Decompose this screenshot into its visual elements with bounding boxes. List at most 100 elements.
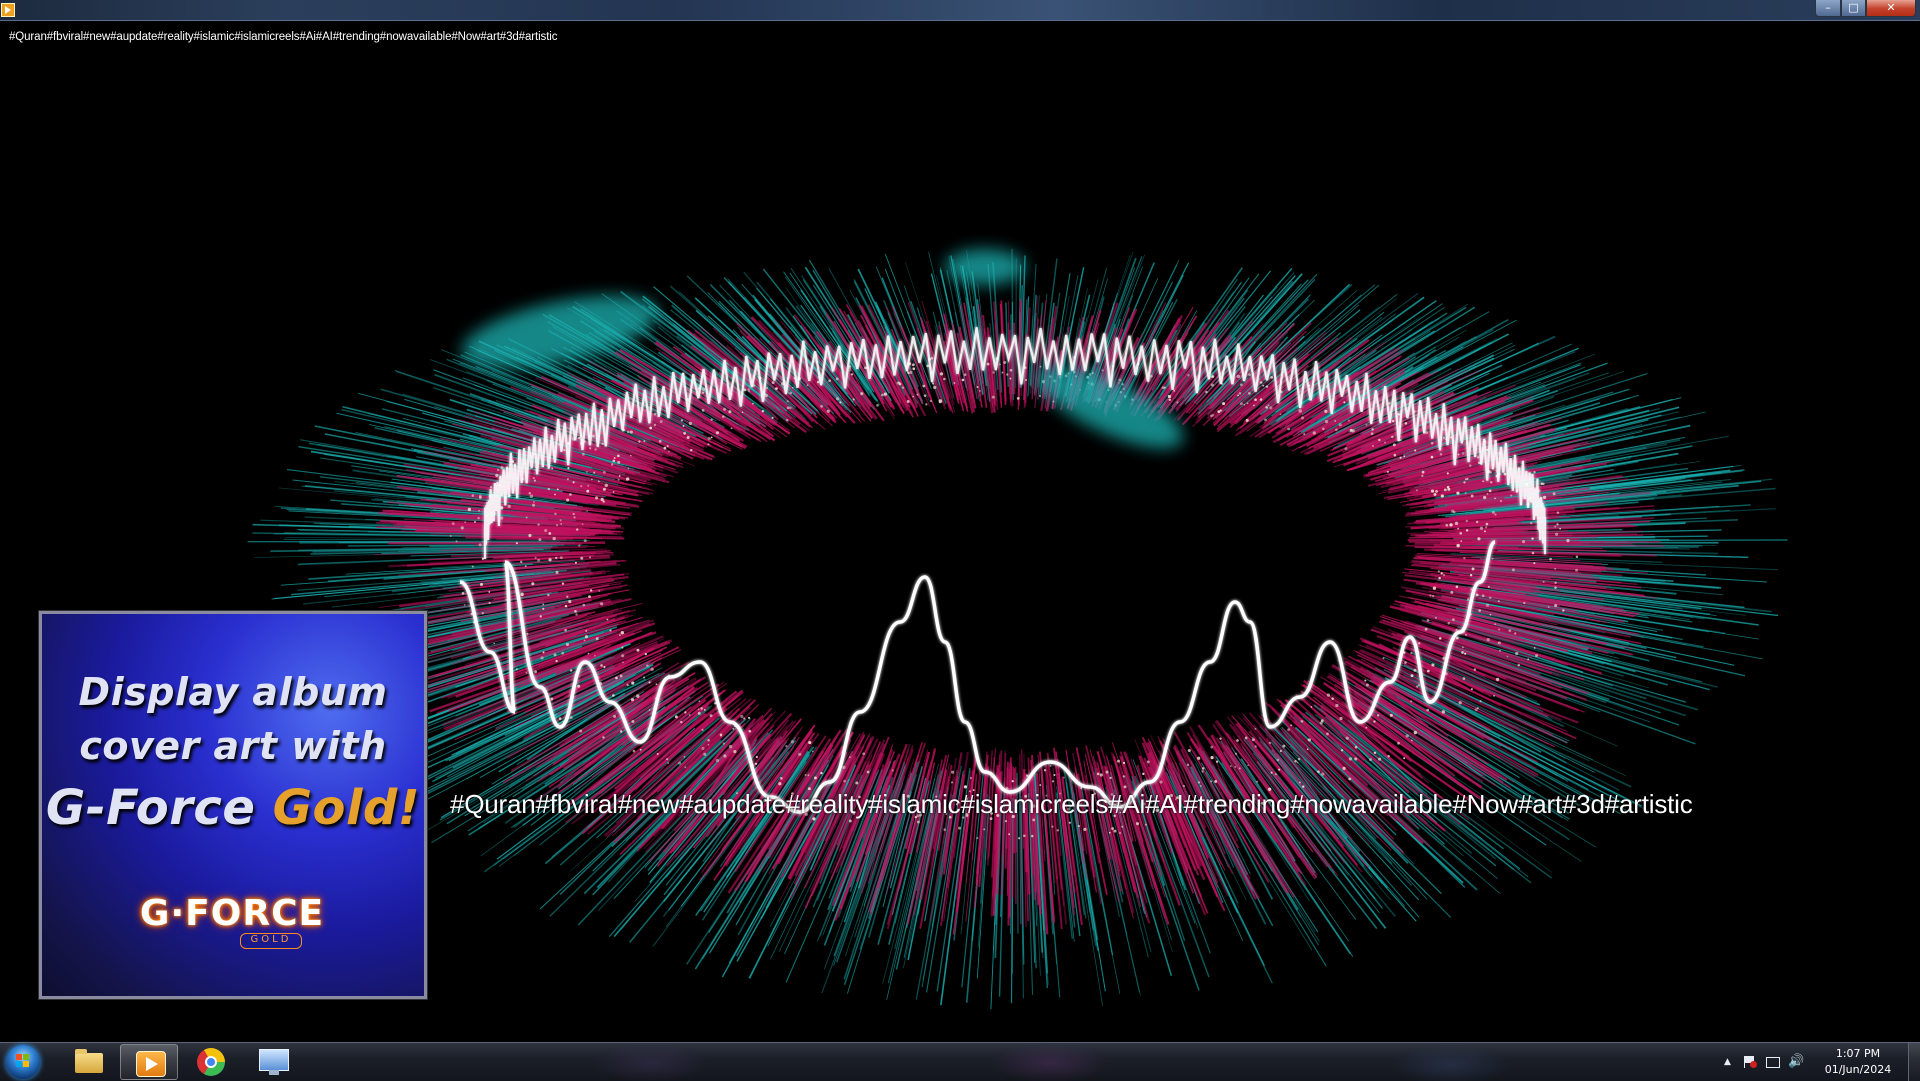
visualizer-sparkle (1246, 402, 1248, 404)
visualizer-sparkle (1510, 495, 1512, 497)
visualizer-sparkle (1237, 375, 1240, 378)
visualizer-sparkle (1456, 629, 1458, 631)
visualizer-sparkle (1487, 638, 1490, 641)
taskbar-media-player-button[interactable] (120, 1044, 178, 1080)
visualizer-sparkle (1514, 632, 1516, 634)
tray-overflow-chevron-icon[interactable]: ▲ (1724, 1057, 1731, 1067)
visualizer-sparkle (1548, 606, 1550, 608)
visualizer-sparkle (1488, 586, 1490, 588)
visualizer-sparkle (853, 398, 855, 400)
visualizer-sparkle (1444, 488, 1447, 491)
visualizer-sparkle (1355, 746, 1358, 749)
visualizer-sparkle (899, 383, 902, 386)
visualizer-sparkle (538, 538, 541, 541)
visualizer-sparkle (530, 495, 533, 498)
visualizer-sparkle (533, 477, 535, 479)
visualizer-sparkle (565, 605, 567, 607)
taskbar-explorer-button[interactable] (60, 1044, 118, 1080)
visualizer-sparkle (1390, 714, 1393, 717)
visualizer-sparkle (827, 410, 830, 413)
visualizer-sparkle (584, 539, 587, 542)
visualizer-sparkle (526, 517, 528, 519)
visualizer-sparkle (1493, 695, 1495, 697)
taskbar-network-button[interactable] (244, 1044, 302, 1080)
visualizer-sparkle (598, 480, 600, 482)
show-desktop-button[interactable] (1908, 1043, 1920, 1081)
app-icon[interactable] (1, 3, 15, 17)
visualizer-sparkle (584, 640, 586, 642)
visualizer-sparkle (628, 468, 630, 470)
start-button[interactable] (6, 1045, 40, 1079)
visualizer-sparkle (561, 652, 564, 655)
visualizer-sparkle (1040, 366, 1042, 368)
visualizer-sparkle (1486, 523, 1489, 526)
visualizer-sparkle (964, 373, 967, 376)
close-button[interactable]: ✕ (1866, 0, 1916, 17)
visualizer-sparkle (1287, 728, 1290, 731)
visualizer-sparkle (1230, 765, 1232, 767)
visualizer-sparkle (1442, 710, 1445, 713)
visualizer-sparkle (836, 377, 839, 380)
visualizer-sparkle (593, 472, 595, 474)
visualizer-sparkle (654, 424, 656, 426)
taskbar-chrome-button[interactable] (182, 1044, 240, 1080)
visualizer-sparkle (1433, 493, 1436, 496)
visualizer-sparkle (472, 566, 474, 568)
maximize-button[interactable]: □ (1841, 0, 1866, 17)
visualizer-sparkle (722, 415, 725, 418)
visualizer-sparkle (1543, 496, 1546, 499)
visualizer-sparkle (605, 484, 608, 487)
visualizer-sparkle (756, 756, 758, 758)
visualizer-sparkle (537, 559, 540, 562)
visualizer-sparkle (603, 500, 605, 502)
visualizer-sparkle (1044, 769, 1046, 771)
taskbar-clock[interactable]: 1:07 PM 01/Jun/2024 (1808, 1046, 1908, 1078)
visualizer-sparkle (1324, 410, 1327, 413)
visualizer-sparkle (1210, 746, 1213, 749)
visualizer-sparkle (1518, 664, 1521, 667)
visualizer-sparkle (1463, 677, 1466, 680)
volume-icon[interactable]: 🔊 (1788, 1054, 1804, 1069)
visualizer-sparkle (723, 742, 725, 744)
visualizer-sparkle (579, 729, 582, 732)
action-center-flag-icon[interactable] (1743, 1056, 1755, 1068)
visualizer-sparkle (1159, 780, 1162, 783)
visualizer-sparkle (762, 410, 764, 412)
visualizer-sparkle (520, 561, 522, 563)
visualizer-sparkle (1490, 481, 1492, 483)
visualizer-sparkle (1246, 419, 1249, 422)
visualizer-sparkle (1479, 700, 1481, 702)
visualizer-sparkle (681, 419, 683, 421)
visualizer-sparkle (1393, 443, 1396, 446)
visualizer-sparkle (683, 432, 686, 435)
visualizer-sparkle (1253, 404, 1255, 406)
visualizer-sparkle (667, 445, 669, 447)
visualizer-sparkle (702, 388, 705, 391)
visualizer-sparkle (589, 556, 591, 558)
visualizer-sparkle (617, 455, 620, 458)
network-status-icon[interactable] (1766, 1057, 1780, 1068)
visualizer-sparkle (976, 837, 978, 839)
visualizer-sparkle (525, 565, 527, 567)
visualizer-sparkle (912, 363, 915, 366)
visualizer-sparkle (1461, 651, 1464, 654)
visualizer-sparkle (567, 467, 569, 469)
visualizer-sparkle (1341, 749, 1343, 751)
album-art-promo[interactable]: Display album cover art with G-Force Gol… (39, 611, 427, 999)
minimize-button[interactable]: – (1815, 0, 1841, 17)
visualizer-sparkle (1440, 453, 1443, 456)
visualizer-sparkle (1443, 574, 1445, 576)
visualizer-sparkle (617, 461, 620, 464)
visualizer-sparkle (1335, 428, 1338, 431)
visualizer-sparkle (755, 763, 757, 765)
visualizer-sparkle (668, 451, 670, 453)
visualizer-sparkle (1220, 409, 1222, 411)
visualizer-sparkle (603, 488, 606, 491)
visualizer-sparkle (535, 557, 537, 559)
visualizer-sparkle (716, 431, 719, 434)
visualizer-sparkle (855, 781, 858, 784)
visualizer-sparkle (1554, 586, 1557, 589)
visualizer-sparkle (1237, 394, 1239, 396)
visualizer-sparkle (1403, 455, 1405, 457)
visualizer-sparkle (585, 630, 587, 632)
